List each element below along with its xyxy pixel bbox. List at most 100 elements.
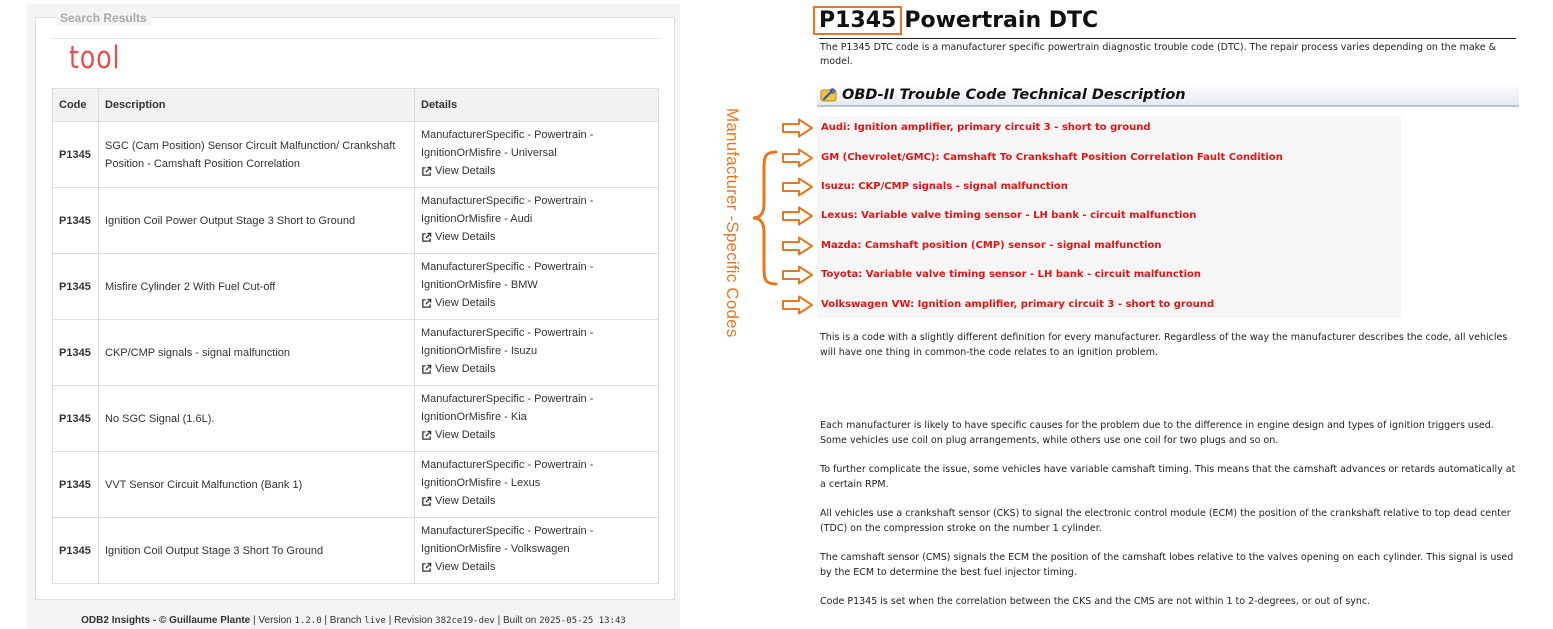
footer-branch-label: | Branch (324, 615, 362, 626)
manufacturer-definitions-box: Audi: Ignition amplifier, primary circui… (782, 116, 1401, 318)
row-description: Ignition Coil Output Stage 3 Short To Gr… (98, 517, 415, 584)
footer-built: 2025-05-25 13:43 (539, 616, 626, 626)
dtc-article-panel: P1345 Powertrain DTC The P1345 DTC code i… (723, 0, 1553, 629)
view-details-link[interactable]: View Details (421, 228, 495, 246)
footer-built-label: | Built on (497, 615, 537, 626)
manufacturer-definition: Lexus: Variable valve timing sensor - LH… (821, 210, 1196, 221)
external-link-icon (422, 364, 432, 374)
manufacturer-definition: Audi: Ignition amplifier, primary circui… (821, 122, 1150, 133)
table-row: P1345 CKP/CMP signals - signal malfuncti… (52, 319, 659, 386)
manufacturer-definition: Toyota: Variable valve timing sensor - L… (821, 269, 1201, 280)
row-details-line-1: ManufacturerSpecific - Powertrain - (421, 261, 594, 274)
row-code: P1345 (52, 187, 99, 254)
row-details: ManufacturerSpecific - Powertrain - Igni… (414, 187, 659, 254)
arrow-right-icon (782, 177, 813, 197)
external-link-icon (422, 430, 432, 440)
view-details-label: View Details (435, 297, 496, 310)
manufacturer-definition: Mazda: Camshaft position (CMP) sensor - … (821, 240, 1162, 251)
arrow-right-icon (782, 118, 813, 138)
manufacturer-definition: Isuzu: CKP/CMP signals - signal malfunct… (821, 181, 1068, 192)
table-row: P1345 SGC (Cam Position) Sensor Circuit … (52, 121, 659, 188)
manufacturer-definition-text: GM (Chevrolet/GMC): Camshaft To Cranksha… (821, 152, 1283, 163)
row-details-line-2: IgnitionOrMisfire - Volkswagen (421, 543, 570, 556)
column-header-description: Description (98, 88, 415, 122)
row-details: ManufacturerSpecific - Powertrain - Igni… (414, 451, 659, 518)
wrench-icon (820, 87, 837, 101)
arrow-right-icon (782, 206, 813, 226)
row-code: P1345 (52, 253, 99, 320)
row-description: CKP/CMP signals - signal malfunction (98, 319, 415, 386)
row-details-line-1: ManufacturerSpecific - Powertrain - (421, 393, 594, 406)
arrow-right-icon (782, 148, 813, 168)
body-paragraph: Code P1345 is set when the correlation b… (820, 596, 1371, 607)
technical-description-title: OBD-II Trouble Code Technical Descriptio… (842, 86, 1186, 103)
footer-branch: live (364, 616, 386, 626)
manufacturer-definition-text: Lexus: Variable valve timing sensor - LH… (821, 210, 1197, 221)
row-details-line-1: ManufacturerSpecific - Powertrain - (421, 129, 594, 142)
table-header-row: Code Description Details (52, 88, 659, 122)
row-details-line-2: IgnitionOrMisfire - Lexus (421, 477, 541, 490)
row-code: P1345 (52, 385, 99, 452)
arrow-right-icon (782, 295, 813, 315)
view-details-label: View Details (435, 429, 496, 442)
table-row: P1345 Misfire Cylinder 2 With Fuel Cut-o… (52, 253, 659, 320)
table-row: P1345 No SGC Signal (1.6L). Manufacturer… (52, 385, 659, 452)
row-details: ManufacturerSpecific - Powertrain - Igni… (414, 121, 659, 188)
column-header-code: Code (52, 88, 99, 122)
row-details-line-1: ManufacturerSpecific - Powertrain - (421, 327, 594, 340)
view-details-label: View Details (435, 231, 496, 244)
view-details-link[interactable]: View Details (421, 360, 495, 378)
view-details-label: View Details (435, 363, 496, 376)
manufacturer-specific-annotation: Manufacturer -Specific Codes (723, 108, 742, 338)
row-details-line-2: IgnitionOrMisfire - BMW (421, 279, 538, 292)
row-description: No SGC Signal (1.6L). (98, 385, 415, 452)
view-details-link[interactable]: View Details (421, 492, 495, 510)
body-paragraph: This is a code with a slightly different… (820, 332, 1508, 358)
manufacturer-definition-text: Audi: Ignition amplifier, primary circui… (821, 122, 1151, 133)
row-description: Misfire Cylinder 2 With Fuel Cut-off (98, 253, 415, 320)
search-results-fieldset: Search Results tool Code Description Det… (35, 11, 675, 600)
column-header-details: Details (414, 88, 659, 122)
manufacturer-definition-text: Mazda: Camshaft position (CMP) sensor - … (821, 240, 1162, 251)
footer-revision: 382ce19-dev (435, 616, 495, 626)
external-link-icon (422, 166, 432, 176)
footer-version-label: | Version (253, 615, 292, 626)
external-link-icon (422, 562, 432, 572)
manufacturer-definition-text: Volkswagen VW: Ignition amplifier, prima… (821, 299, 1215, 310)
title-divider (819, 38, 1516, 39)
row-details-line-1: ManufacturerSpecific - Powertrain - (421, 195, 594, 208)
view-details-label: View Details (435, 495, 496, 508)
page-title: P1345 Powertrain DTC (813, 6, 1098, 35)
page-title-rest: Powertrain DTC (904, 8, 1099, 33)
external-link-icon (422, 496, 432, 506)
view-details-link[interactable]: View Details (421, 162, 495, 180)
body-paragraph: The camshaft sensor (CMS) signals the EC… (820, 552, 1514, 578)
body-paragraph: All vehicles use a crankshaft sensor (CK… (820, 508, 1511, 534)
manufacturer-definition: GM (Chevrolet/GMC): Camshaft To Cranksha… (821, 152, 1283, 163)
curly-brace-icon (752, 150, 778, 286)
footer-author: - © Guillaume Plante (152, 615, 251, 626)
view-details-label: View Details (435, 165, 496, 178)
search-results-legend: Search Results (56, 11, 151, 25)
manufacturer-definition-text: Isuzu: CKP/CMP signals - signal malfunct… (821, 181, 1068, 192)
arrow-right-icon (782, 265, 813, 285)
view-details-link[interactable]: View Details (421, 426, 495, 444)
table-row: P1345 Ignition Coil Output Stage 3 Short… (52, 517, 659, 584)
view-details-link[interactable]: View Details (421, 294, 495, 312)
row-description: VVT Sensor Circuit Malfunction (Bank 1) (98, 451, 415, 518)
manufacturer-definition: Volkswagen VW: Ignition amplifier, prima… (821, 299, 1214, 310)
row-details: ManufacturerSpecific - Powertrain - Igni… (414, 517, 659, 584)
row-description: SGC (Cam Position) Sensor Circuit Malfun… (98, 121, 415, 188)
row-details-line-1: ManufacturerSpecific - Powertrain - (421, 525, 594, 538)
body-paragraph: Each manufacturer is likely to have spec… (820, 420, 1494, 446)
row-details-line-2: IgnitionOrMisfire - Kia (421, 411, 527, 424)
manufacturer-definition-text: Toyota: Variable valve timing sensor - L… (821, 269, 1202, 280)
view-details-link[interactable]: View Details (421, 558, 495, 576)
body-paragraph: To further complicate the issue, some ve… (820, 464, 1516, 490)
footer-app-name: ODB2 Insights (81, 615, 151, 626)
row-description: Ignition Coil Power Output Stage 3 Short… (98, 187, 415, 254)
table-row: P1345 VVT Sensor Circuit Malfunction (Ba… (52, 451, 659, 518)
search-query-text: tool (69, 40, 121, 76)
row-details-line-1: ManufacturerSpecific - Powertrain - (421, 459, 594, 472)
row-details-line-2: IgnitionOrMisfire - Audi (421, 213, 533, 226)
